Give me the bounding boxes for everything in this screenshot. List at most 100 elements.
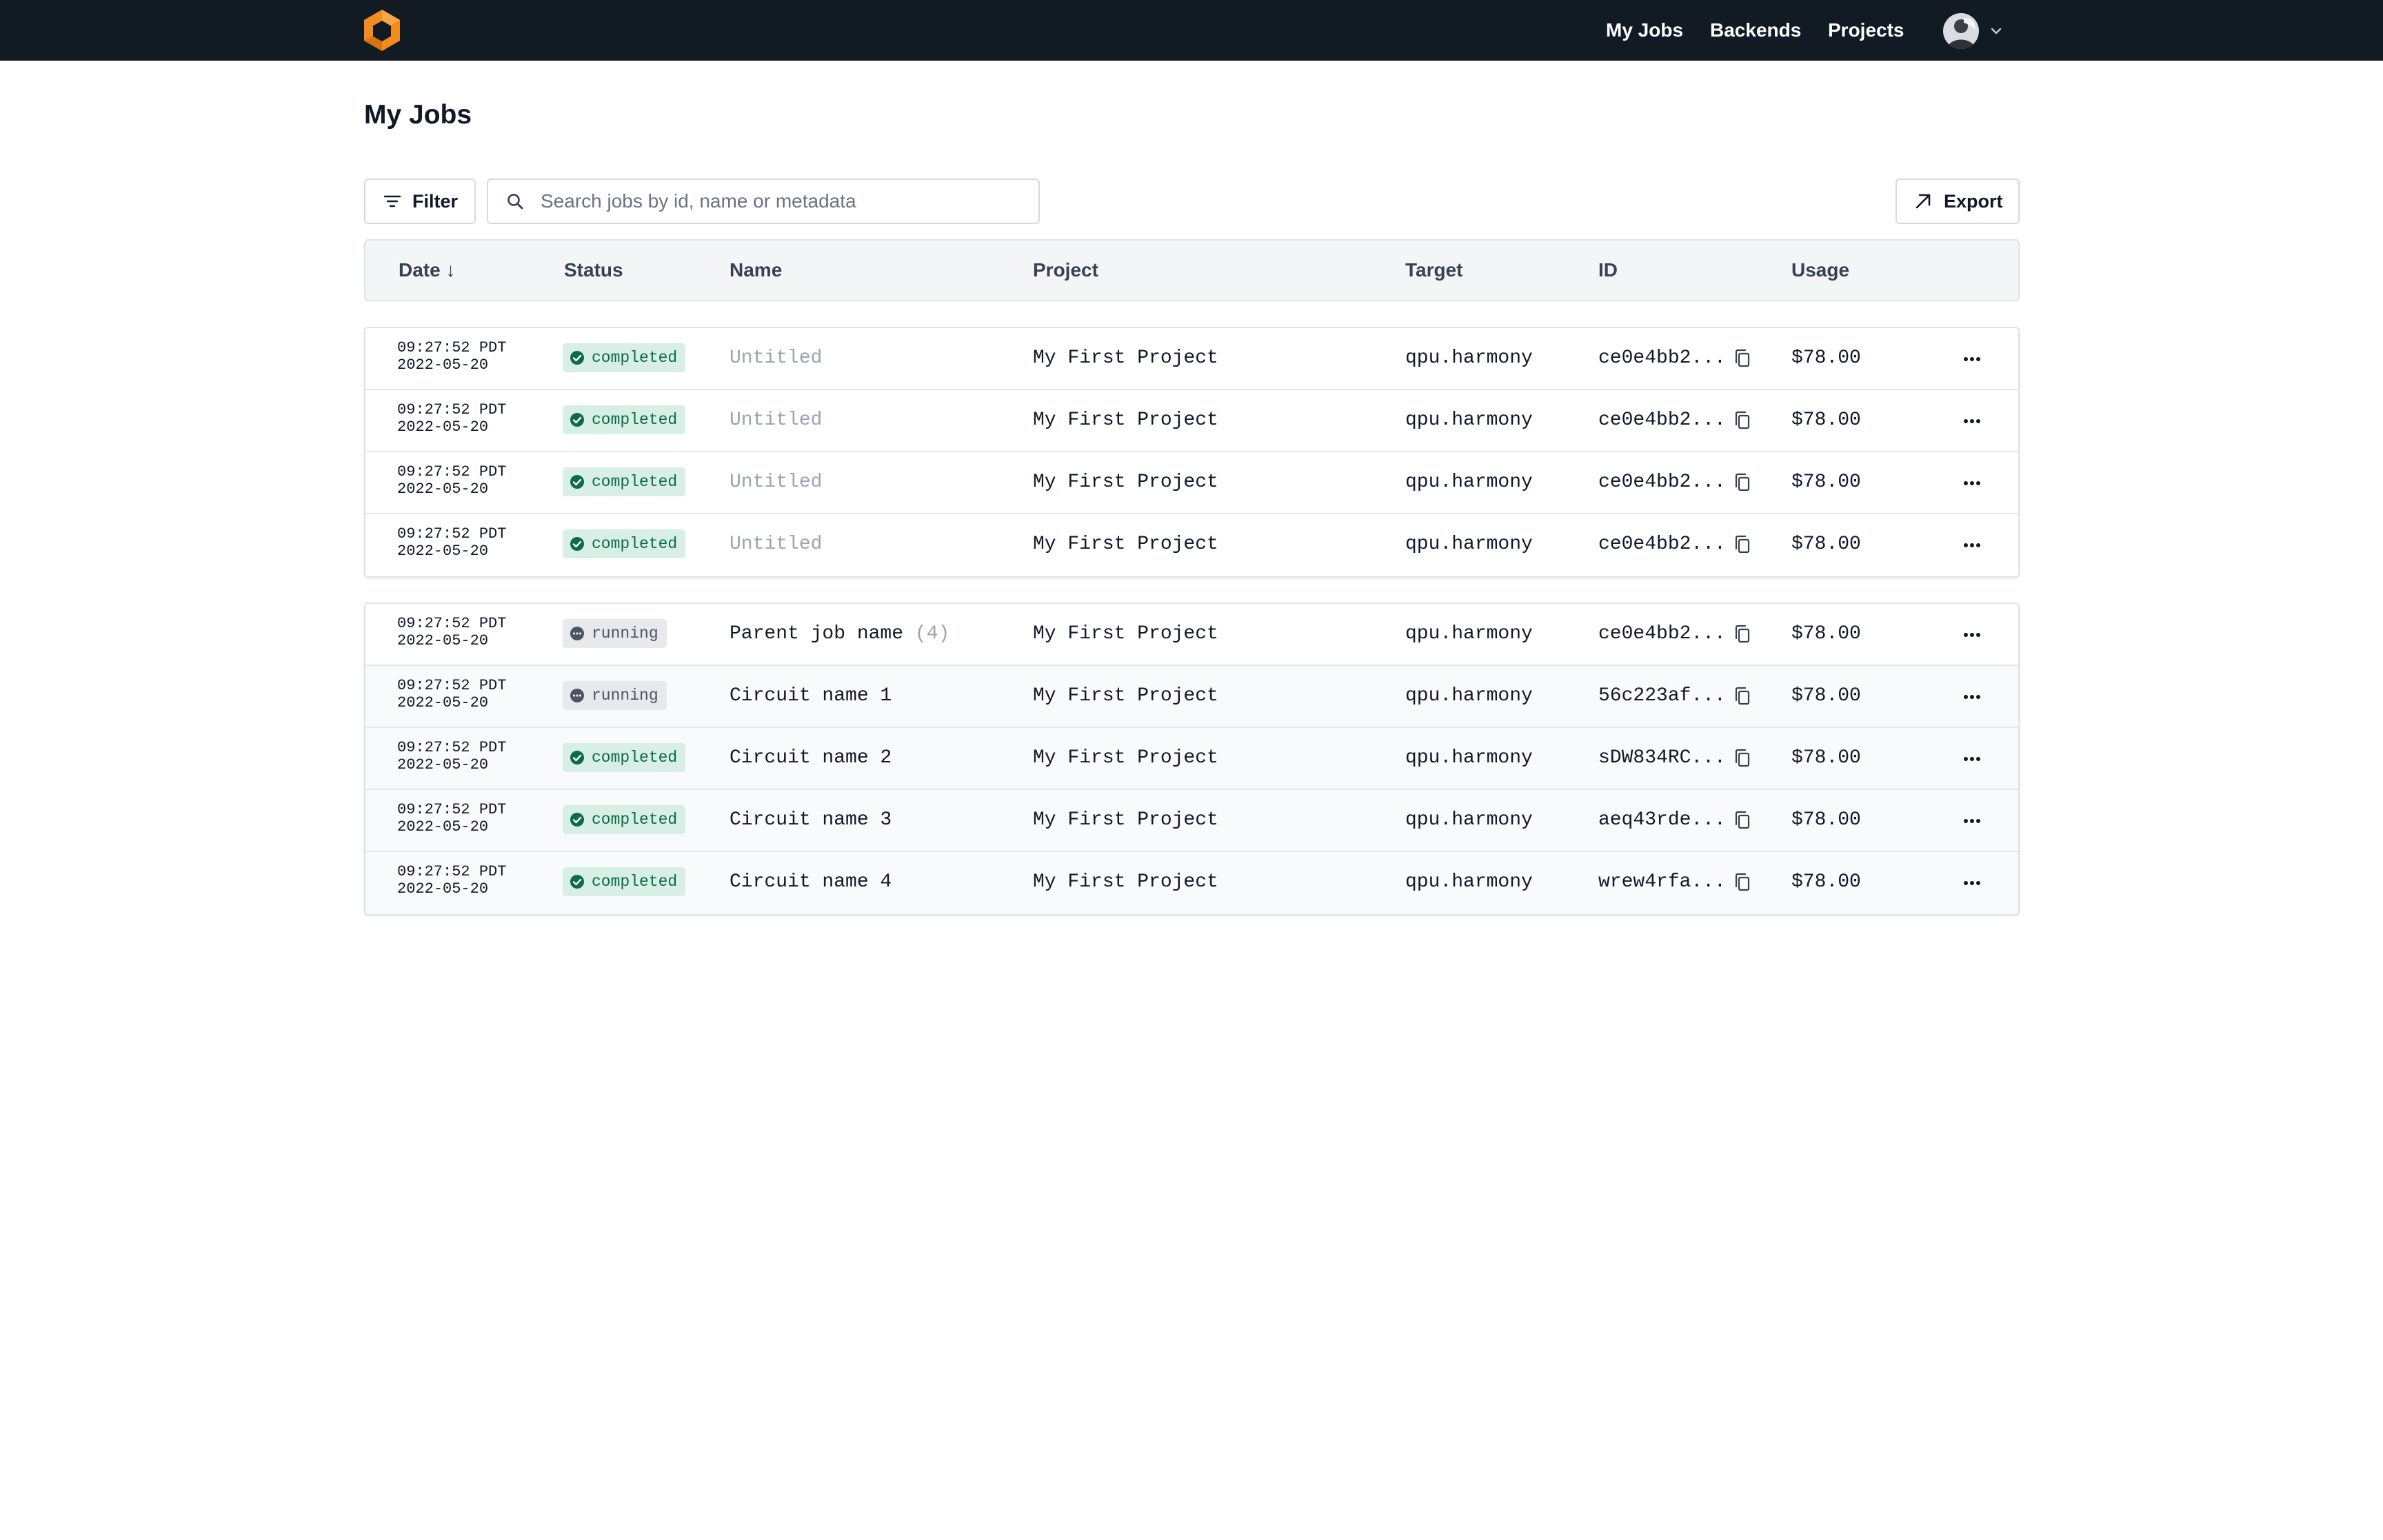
usage-cell: $78.00 [1791,534,1861,555]
copy-icon[interactable] [1734,535,1751,554]
more-horizontal-icon[interactable] [1958,621,1986,649]
usage-cell: $78.00 [1791,685,1861,707]
more-horizontal-icon[interactable] [1958,869,1986,897]
user-avatar[interactable] [1943,13,1979,49]
export-button[interactable]: Export [1896,179,2020,224]
date-cell: 09:27:52 PDT 2022-05-20 [397,677,506,711]
copy-icon[interactable] [1734,749,1751,768]
status-badge: completed [563,405,686,434]
job-name-cell[interactable]: Parent job name (4) [730,604,949,665]
copy-icon[interactable] [1734,411,1751,430]
job-name-cell[interactable]: Circuit name 2 [730,728,892,789]
job-id: ce0e4bb2... [1598,623,1726,645]
project-cell[interactable]: My First Project [1033,390,1218,451]
column-header-id[interactable]: ID [1598,241,1618,300]
logo-icon[interactable] [361,8,403,52]
date-text: 2022-05-20 [397,543,489,560]
time-text: 09:27:52 PDT [397,801,507,818]
search-box[interactable] [487,179,1040,224]
check-circle-icon [570,350,592,365]
job-name-cell[interactable]: Untitled [730,328,822,389]
filter-button-label: Filter [412,190,459,212]
column-header-usage[interactable]: Usage [1791,241,1849,300]
project-cell[interactable]: My First Project [1033,728,1218,789]
date-cell: 09:27:52 PDT 2022-05-20 [397,401,506,436]
job-id: aeq43rde... [1598,809,1726,831]
job-name-cell[interactable]: Circuit name 1 [730,666,892,727]
copy-icon[interactable] [1734,811,1751,830]
filter-lines-icon [383,195,401,207]
job-id: ce0e4bb2... [1598,534,1726,555]
job-name-cell[interactable]: Untitled [730,390,822,451]
project-cell[interactable]: My First Project [1033,604,1218,665]
table-row[interactable]: 09:27:52 PDT 2022-05-20 running Parent job … [365,604,2018,666]
status-cell: completed [563,529,686,558]
job-id: ce0e4bb2... [1598,409,1726,431]
copy-icon[interactable] [1734,349,1751,368]
table-row[interactable]: 09:27:52 PDT 2022-05-20 completed Circuit n… [365,790,2018,852]
job-name-cell[interactable]: Untitled [730,514,822,575]
status-cell: completed [563,743,686,772]
nav-my-jobs[interactable]: My Jobs [1606,0,1683,61]
target-cell: qpu.harmony [1405,347,1533,369]
project-cell[interactable]: My First Project [1033,666,1218,727]
table-row[interactable]: 09:27:52 PDT 2022-05-20 completed Untitled M… [365,328,2018,390]
column-header-date[interactable]: Date ↓ [399,241,455,300]
nav-projects[interactable]: Projects [1828,0,1904,61]
date-text: 2022-05-20 [397,818,489,835]
status-cell: completed [563,467,686,496]
more-horizontal-icon[interactable] [1958,807,1986,835]
time-text: 09:27:52 PDT [397,615,507,632]
project-cell[interactable]: My First Project [1033,790,1218,851]
column-header-status[interactable]: Status [564,241,623,300]
job-name: Circuit name 2 [730,747,892,769]
status-badge: completed [563,805,686,834]
copy-icon[interactable] [1734,873,1751,892]
status-text: running [592,625,658,642]
status-badge: running [563,619,667,648]
more-horizontal-icon[interactable] [1958,683,1986,711]
job-id: ce0e4bb2... [1598,472,1726,493]
check-circle-icon [570,874,592,889]
usage-cell: $78.00 [1791,409,1861,431]
target-cell: qpu.harmony [1405,685,1533,707]
copy-icon[interactable] [1734,625,1751,644]
project-cell[interactable]: My First Project [1033,452,1218,513]
project-cell[interactable]: My First Project [1033,328,1218,389]
table-row[interactable]: 09:27:52 PDT 2022-05-20 completed Untitled M… [365,514,2018,576]
table-row[interactable]: 09:27:52 PDT 2022-05-20 running Circuit nam… [365,666,2018,728]
target-cell: qpu.harmony [1405,472,1533,493]
check-circle-icon [570,412,592,427]
job-name-cell[interactable]: Untitled [730,452,822,513]
time-text: 09:27:52 PDT [397,339,507,356]
usage-cell: $78.00 [1791,747,1861,769]
table-row[interactable]: 09:27:52 PDT 2022-05-20 completed Circuit n… [365,728,2018,790]
job-name-cell[interactable]: Circuit name 3 [730,790,892,851]
column-header-target[interactable]: Target [1405,241,1463,300]
filter-button[interactable]: Filter [364,179,476,224]
table-row[interactable]: 09:27:52 PDT 2022-05-20 completed Untitled M… [365,390,2018,452]
job-name-cell[interactable]: Circuit name 4 [730,852,892,913]
column-header-project[interactable]: Project [1033,241,1098,300]
table-row[interactable]: 09:27:52 PDT 2022-05-20 completed Untitled M… [365,452,2018,514]
nav-backends[interactable]: Backends [1710,0,1801,61]
job-id: 56c223af... [1598,685,1726,707]
search-input[interactable] [541,190,1009,212]
more-horizontal-icon[interactable] [1958,469,1986,497]
more-horizontal-icon[interactable] [1958,407,1986,435]
status-badge: running [563,681,667,710]
status-badge: completed [563,467,686,496]
more-horizontal-icon[interactable] [1958,745,1986,773]
project-cell[interactable]: My First Project [1033,852,1218,913]
more-horizontal-icon[interactable] [1958,345,1986,373]
date-text: 2022-05-20 [397,632,489,649]
column-header-name[interactable]: Name [730,241,782,300]
table-row[interactable]: 09:27:52 PDT 2022-05-20 completed Circuit n… [365,852,2018,914]
time-text: 09:27:52 PDT [397,677,507,694]
chevron-down-icon[interactable] [1989,23,2004,39]
copy-icon[interactable] [1734,687,1751,706]
more-horizontal-icon[interactable] [1958,531,1986,559]
project-cell[interactable]: My First Project [1033,514,1218,575]
copy-icon[interactable] [1734,473,1751,492]
job-id-cell: ce0e4bb2... [1598,328,1751,389]
